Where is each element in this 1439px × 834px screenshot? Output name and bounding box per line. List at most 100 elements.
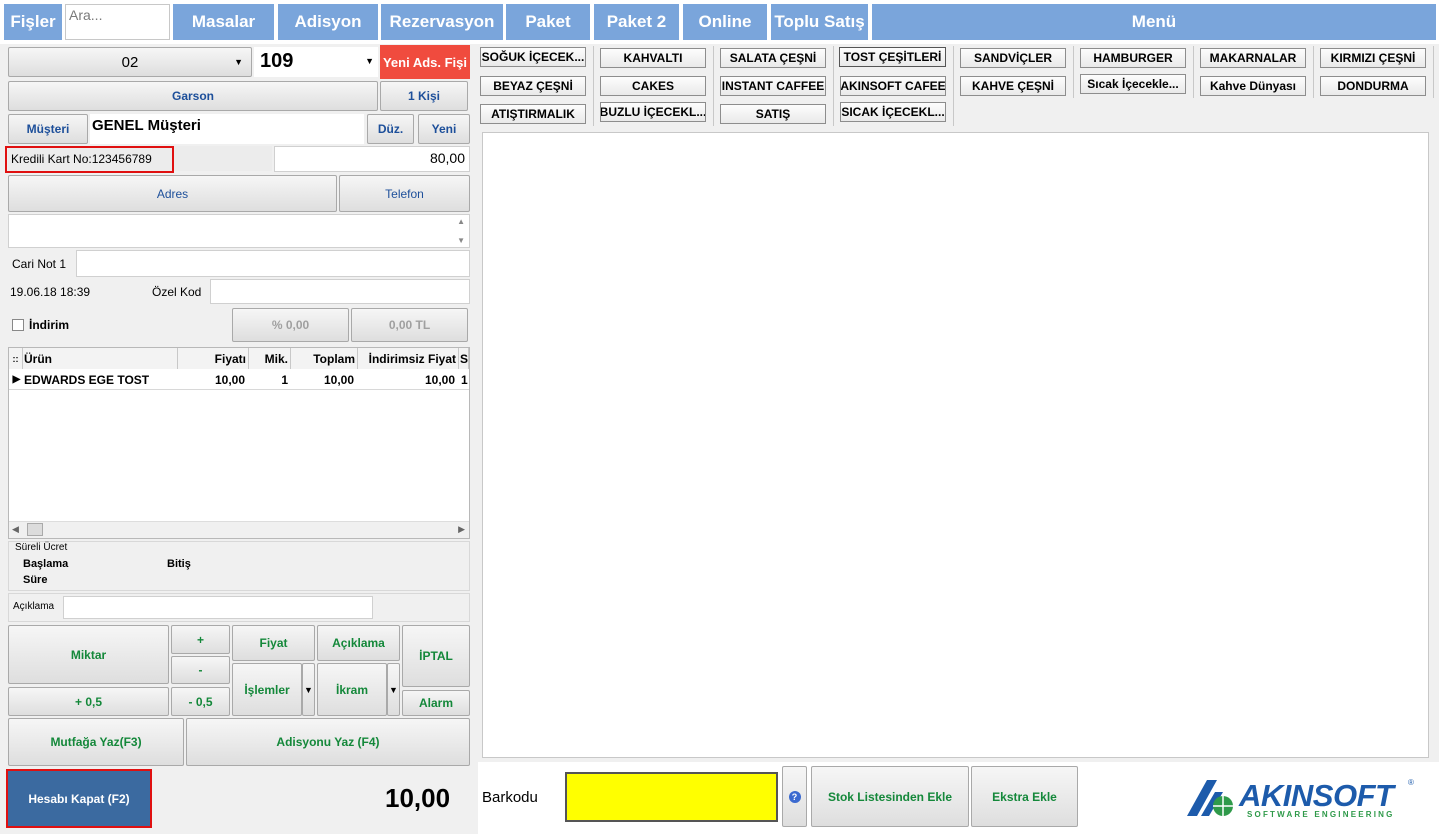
balance-field: 80,00 xyxy=(274,146,470,172)
category-button[interactable]: SICAK İÇECEKL... xyxy=(840,102,946,122)
tab-masalar[interactable]: Masalar xyxy=(173,4,274,40)
category-separator xyxy=(833,46,834,126)
ozel-kod-label: Özel Kod xyxy=(152,285,202,299)
col-header-urun[interactable]: Ürün xyxy=(23,348,178,369)
barcode-input[interactable] xyxy=(565,772,778,822)
ikram-button[interactable]: İkram xyxy=(317,663,387,716)
category-button[interactable]: SOĞUK İÇECEK... xyxy=(480,47,586,67)
cari-not-input[interactable] xyxy=(76,250,470,277)
scroll-down-icon[interactable]: ▼ xyxy=(457,236,465,245)
category-button[interactable]: KIRMIZI ÇEŞNİ xyxy=(1320,48,1426,68)
tab-paket[interactable]: Paket xyxy=(506,4,590,40)
islemler-button[interactable]: İşlemler xyxy=(232,663,302,716)
tab-rezervasyon[interactable]: Rezervasyon xyxy=(381,4,503,40)
help-icon: ? xyxy=(788,790,801,803)
cell-urun[interactable]: EDWARDS EGE TOST xyxy=(23,370,178,389)
category-button[interactable]: SANDVİÇLER xyxy=(960,48,1066,68)
islemler-dropdown-icon[interactable]: ▼ xyxy=(302,663,315,716)
cell-miktar[interactable]: 1 xyxy=(249,370,291,389)
logo-subtext: SOFTWARE ENGINEERING xyxy=(1247,810,1395,819)
search-input[interactable]: Ara... xyxy=(65,4,170,40)
col-header-fiyat[interactable]: Fiyatı xyxy=(178,348,249,369)
category-button[interactable]: Sıcak İçecekle... xyxy=(1080,74,1186,94)
cell-s[interactable]: 1 xyxy=(459,370,469,389)
scroll-left-icon[interactable]: ◀ xyxy=(12,524,19,535)
discount-percent-button[interactable]: % 0,00 xyxy=(232,308,349,342)
scroll-right-icon[interactable]: ▶ xyxy=(458,524,465,535)
miktar-button[interactable]: Miktar xyxy=(8,625,169,684)
waiter-button[interactable]: Garson xyxy=(8,81,378,111)
alarm-button[interactable]: Alarm xyxy=(402,690,470,716)
tab-online[interactable]: Online xyxy=(683,4,767,40)
plus-button[interactable]: + xyxy=(171,625,230,654)
category-button[interactable]: KAHVALTI xyxy=(600,48,706,68)
category-button[interactable]: MAKARNALAR xyxy=(1200,48,1306,68)
note-textarea[interactable]: ▲ ▼ xyxy=(8,214,470,248)
col-header-s[interactable]: S xyxy=(459,348,469,369)
category-button[interactable]: CAKES xyxy=(600,76,706,96)
category-button-selected[interactable]: TOST ÇEŞİTLERİ xyxy=(839,47,946,67)
cell-toplam[interactable]: 10,00 xyxy=(291,370,358,389)
mutfaga-yaz-button[interactable]: Mutfağa Yaz(F3) xyxy=(8,718,184,766)
category-separator xyxy=(1313,46,1314,98)
person-count-button[interactable]: 1 Kişi xyxy=(380,81,468,111)
customer-button[interactable]: Müşteri xyxy=(8,114,88,144)
minus-button[interactable]: - xyxy=(171,656,230,684)
sureli-ucret-title: Süreli Ücret xyxy=(15,542,68,553)
category-button[interactable]: SALATA ÇEŞNİ xyxy=(720,48,826,68)
cell-fiyat[interactable]: 10,00 xyxy=(178,370,249,389)
adisyon-number-select[interactable]: 109 ▼ xyxy=(254,47,378,77)
category-button[interactable]: DONDURMA xyxy=(1320,76,1426,96)
tab-menu[interactable]: Menü xyxy=(872,4,1436,40)
fiyat-button[interactable]: Fiyat xyxy=(232,625,315,661)
phone-button[interactable]: Telefon xyxy=(339,175,470,212)
ekstra-ekle-button[interactable]: Ekstra Ekle xyxy=(971,766,1078,827)
category-separator xyxy=(713,46,714,126)
category-button[interactable]: ATIŞTIRMALIK xyxy=(480,104,586,124)
category-button[interactable]: BUZLU İÇECEKL... xyxy=(600,102,706,122)
stok-listesinden-ekle-button[interactable]: Stok Listesinden Ekle xyxy=(811,766,969,827)
ozel-kod-input[interactable] xyxy=(210,279,470,304)
discount-amount-button[interactable]: 0,00 TL xyxy=(351,308,468,342)
new-receipt-button[interactable]: Yeni Ads. Fişi xyxy=(380,45,470,79)
sureli-ucret-panel xyxy=(8,541,470,591)
tab-paket-2[interactable]: Paket 2 xyxy=(594,4,679,40)
sure-label: Süre xyxy=(23,574,48,586)
col-header-toplam[interactable]: Toplam xyxy=(291,348,358,369)
category-button[interactable]: INSTANT CAFFEE xyxy=(720,76,826,96)
scrollbar-thumb[interactable] xyxy=(27,523,43,536)
top-navigation: Fişler Ara... Masalar Adisyon Rezervasyo… xyxy=(0,0,1439,44)
horizontal-scrollbar[interactable]: ◀ ▶ xyxy=(9,521,469,538)
address-button[interactable]: Adres xyxy=(8,175,337,212)
category-button[interactable]: SATIŞ xyxy=(720,104,826,124)
category-button[interactable]: KAHVE ÇEŞNİ xyxy=(960,76,1066,96)
tab-adisyon[interactable]: Adisyon xyxy=(278,4,378,40)
col-header-miktar[interactable]: Mik. xyxy=(249,348,291,369)
help-button[interactable]: ? xyxy=(782,766,807,827)
aciklama-button[interactable]: Açıklama xyxy=(317,625,400,661)
scroll-up-icon[interactable]: ▲ xyxy=(457,217,465,226)
row-indicator-icon: ▶ xyxy=(10,370,23,389)
grid-corner: :: xyxy=(9,348,23,369)
customer-name-field[interactable]: GENEL Müşteri xyxy=(90,114,364,144)
minus-half-button[interactable]: - 0,5 xyxy=(171,687,230,716)
category-button[interactable]: Kahve Dünyası xyxy=(1200,76,1306,96)
table-select[interactable]: 02 ▼ xyxy=(8,47,252,77)
cell-indirimsiz[interactable]: 10,00 xyxy=(358,370,459,389)
tab-fisler[interactable]: Fişler xyxy=(4,4,62,40)
adisyon-number: 109 xyxy=(260,50,294,72)
logo-mark-icon xyxy=(1187,780,1233,816)
tab-toplu-satis[interactable]: Toplu Satış xyxy=(771,4,868,40)
ikram-dropdown-icon[interactable]: ▼ xyxy=(387,663,400,716)
edit-customer-button[interactable]: Düz. xyxy=(367,114,414,144)
iptal-button[interactable]: İPTAL xyxy=(402,625,470,687)
adisyonu-yaz-button[interactable]: Adisyonu Yaz (F4) xyxy=(186,718,470,766)
discount-checkbox[interactable] xyxy=(12,319,24,331)
plus-half-button[interactable]: + 0,5 xyxy=(8,687,169,716)
category-button[interactable]: AKINSOFT CAFEE xyxy=(840,76,946,96)
aciklama-input[interactable] xyxy=(63,596,373,619)
new-customer-button[interactable]: Yeni xyxy=(418,114,470,144)
category-button[interactable]: BEYAZ ÇEŞNİ xyxy=(480,76,586,96)
category-button[interactable]: HAMBURGER xyxy=(1080,48,1186,68)
col-header-indirimsiz[interactable]: İndirimsiz Fiyat xyxy=(358,348,459,369)
